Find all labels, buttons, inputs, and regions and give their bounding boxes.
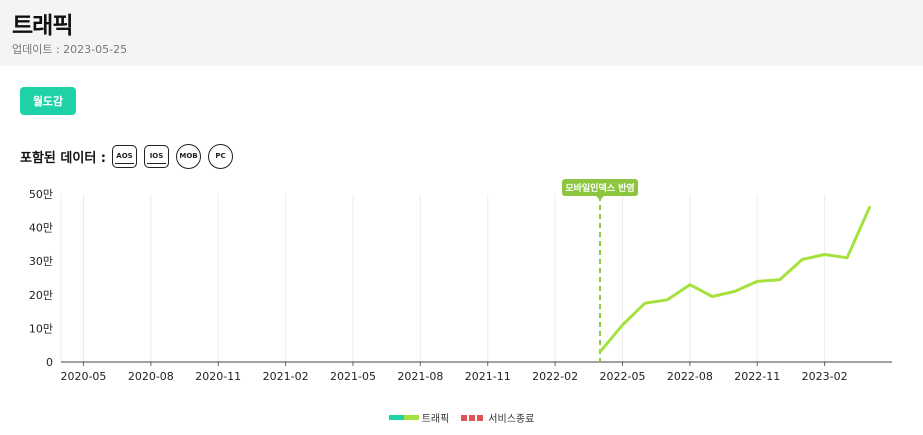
aos-icon: AOS (112, 144, 138, 168)
x-tick-label: 2021-05 (330, 370, 376, 383)
x-tick-label: 2021-02 (263, 370, 309, 383)
page-title: 트래픽 (12, 13, 73, 39)
x-tick-label: 2020-08 (128, 370, 174, 383)
updated-date: 업데이트 : 2023-05-25 (12, 43, 128, 56)
annotation-pointer (596, 196, 605, 200)
mob-icon: MOB (176, 143, 202, 169)
legend-item-service-end[interactable]: 서비스종료 (461, 410, 534, 425)
month-filter-button[interactable]: 월도감 (20, 87, 76, 115)
page-header: 트래픽 업데이트 : 2023-05-25 (0, 0, 923, 66)
included-data-label: 포함된 데이터 : (20, 150, 107, 166)
x-tick-label: 2020-11 (195, 370, 241, 383)
x-tick-label: 2022-08 (667, 370, 713, 383)
x-tick-label: 2022-05 (600, 370, 646, 383)
y-tick-label: 40만 (29, 222, 53, 235)
traffic-swatch (388, 415, 419, 420)
x-tick-label: 2020-05 (60, 370, 106, 383)
included-data-row: 포함된 데이터 : AOS IOS MOB PC (20, 143, 240, 169)
y-tick-label: 20만 (29, 289, 53, 302)
y-tick-label: 50만 (29, 188, 53, 201)
x-tick-label: 2023-02 (802, 370, 848, 383)
pc-icon: PC (208, 143, 234, 169)
x-tick-label: 2022-11 (734, 370, 780, 383)
x-tick-label: 2021-11 (465, 370, 511, 383)
y-tick-label: 10만 (29, 322, 53, 335)
x-tick-label: 2022-02 (532, 370, 578, 383)
traffic-chart: 2020-05 2020-08 2020-11 2021-02 2021-05 2021-… (29, 179, 892, 383)
chart-legend: 트래픽 서비스종료 (0, 410, 923, 425)
legend-item-traffic[interactable]: 트래픽 (388, 410, 450, 425)
traffic-series-line (598, 205, 871, 354)
y-tick-label: 30만 (29, 255, 53, 268)
ios-icon: IOS (144, 144, 170, 168)
y-tick-label: 0 (46, 356, 53, 369)
legend-service-end-label: 서비스종료 (488, 414, 535, 425)
service-end-swatch (461, 414, 485, 421)
annotation-label: 모바일인덱스 반영 (565, 182, 634, 194)
legend-traffic-label: 트래픽 (421, 414, 450, 425)
x-tick-label: 2021-08 (397, 370, 443, 383)
